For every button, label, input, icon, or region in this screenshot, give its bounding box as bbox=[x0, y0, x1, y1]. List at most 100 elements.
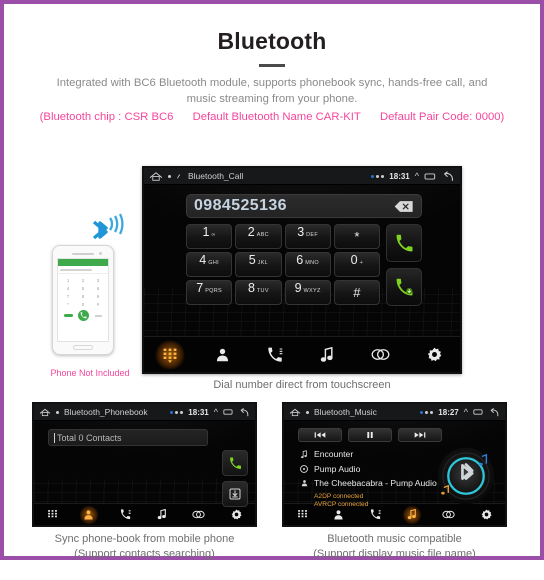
sd-card-icon bbox=[56, 410, 59, 414]
chevron-up-icon[interactable]: ^ bbox=[415, 171, 419, 181]
key-0[interactable]: 0 + bbox=[333, 252, 380, 277]
nav-settings[interactable] bbox=[427, 347, 442, 362]
status-bar: Bluetooth_Call 18:31 ^ bbox=[144, 168, 460, 185]
phonebook-panel: Bluetooth_Phonebook 18:31 ^ Total 0 Cont… bbox=[32, 402, 257, 560]
phone-key[interactable]: * bbox=[61, 301, 75, 308]
nav-contacts[interactable] bbox=[215, 347, 230, 362]
dial-keypad[interactable]: 1 ∞ 2 ABC 3 DEF * 4 GHI 5 JKL 6 MNO 0 + … bbox=[186, 224, 380, 305]
window-icon[interactable] bbox=[473, 408, 484, 416]
person-icon bbox=[301, 480, 307, 487]
next-track-button[interactable] bbox=[398, 428, 442, 442]
answer-call-button[interactable] bbox=[386, 268, 422, 306]
phone-speaker bbox=[72, 252, 102, 255]
home-icon[interactable] bbox=[149, 171, 163, 182]
key-8[interactable]: 8 TUV bbox=[235, 280, 282, 305]
key-7[interactable]: 7 PQRS bbox=[186, 280, 233, 305]
backspace-icon[interactable] bbox=[394, 200, 414, 213]
track-title: Encounter bbox=[314, 449, 354, 459]
nav-music[interactable] bbox=[407, 509, 417, 520]
nav-link[interactable] bbox=[442, 510, 456, 519]
nav-call-history[interactable] bbox=[120, 509, 131, 520]
key-hash[interactable]: # bbox=[333, 280, 380, 305]
previous-track-button[interactable] bbox=[298, 428, 342, 442]
signal-status-dot bbox=[381, 174, 385, 178]
nav-music[interactable] bbox=[157, 509, 167, 520]
call-history-icon bbox=[371, 509, 381, 520]
nav-contacts[interactable] bbox=[333, 509, 344, 520]
nav-keypad[interactable] bbox=[47, 509, 58, 520]
spec-line: (Bluetooth chip : CSR BC6 Default Blueto… bbox=[4, 111, 540, 123]
status-bar-title: Bluetooth_Music bbox=[314, 407, 377, 417]
contacts-count-label: Total 0 Contacts bbox=[57, 432, 122, 443]
phone-add-button[interactable] bbox=[63, 314, 73, 317]
phonebook-caption: Sync phone-book from mobile phone (Suppo… bbox=[32, 532, 257, 562]
nav-keypad[interactable] bbox=[162, 347, 178, 363]
key-sublabel: ∞ bbox=[211, 232, 216, 238]
phone-key[interactable]: 8 bbox=[76, 293, 90, 300]
phone-call-button[interactable] bbox=[78, 310, 90, 321]
chevron-up-icon[interactable]: ^ bbox=[214, 407, 218, 417]
key-1[interactable]: 1 ∞ bbox=[186, 224, 233, 249]
phone-key[interactable]: 1 bbox=[61, 277, 75, 284]
artist-row: The Cheebacabra - Pump Audio bbox=[300, 478, 437, 488]
back-icon[interactable] bbox=[489, 407, 500, 417]
bluetooth-call-screen: Bluetooth_Call 18:31 ^ 0984525136 1 ∞ 2 … bbox=[142, 166, 462, 374]
dialed-number-field[interactable]: 0984525136 bbox=[186, 194, 422, 218]
key-digit: # bbox=[353, 285, 361, 300]
pause-button[interactable] bbox=[348, 428, 392, 442]
phone-key[interactable]: 7 bbox=[61, 293, 75, 300]
phone-key[interactable]: 5 bbox=[76, 285, 90, 292]
back-icon[interactable] bbox=[442, 170, 455, 182]
key-9[interactable]: 9 WXYZ bbox=[284, 280, 331, 305]
home-icon[interactable] bbox=[289, 408, 301, 417]
nav-call-history[interactable] bbox=[267, 347, 283, 363]
back-icon[interactable] bbox=[239, 407, 250, 417]
music-caption-line1: Bluetooth music compatible bbox=[327, 533, 462, 545]
key-6[interactable]: 6 MNO bbox=[284, 252, 331, 277]
phone-menu-button[interactable] bbox=[95, 314, 103, 317]
nav-link[interactable] bbox=[371, 348, 390, 361]
nav-link[interactable] bbox=[192, 510, 206, 519]
key-digit: 8 bbox=[247, 281, 255, 295]
window-icon[interactable] bbox=[223, 408, 234, 416]
home-icon[interactable] bbox=[39, 408, 51, 417]
phone-key[interactable]: # bbox=[91, 301, 105, 308]
note-icon bbox=[300, 449, 308, 459]
phone-key[interactable]: 0 bbox=[76, 301, 90, 308]
phone-home-button[interactable] bbox=[73, 345, 93, 350]
title-divider bbox=[259, 64, 285, 67]
key-sublabel: PQRS bbox=[205, 288, 222, 294]
nav-keypad[interactable] bbox=[297, 509, 308, 520]
chevron-up-icon[interactable]: ^ bbox=[464, 407, 468, 417]
contact-icon bbox=[334, 510, 344, 520]
key-2[interactable]: 2 ABC bbox=[235, 224, 282, 249]
key-star[interactable]: * bbox=[333, 224, 380, 249]
nav-music[interactable] bbox=[320, 346, 334, 363]
call-history-icon bbox=[121, 509, 131, 520]
window-icon[interactable] bbox=[424, 172, 437, 181]
call-button[interactable] bbox=[222, 450, 248, 476]
key-4[interactable]: 4 GHI bbox=[186, 252, 233, 277]
download-contacts-button[interactable] bbox=[222, 481, 248, 507]
key-3[interactable]: 3 DEF bbox=[284, 224, 331, 249]
album-icon bbox=[300, 464, 308, 473]
nav-contacts[interactable] bbox=[83, 509, 94, 520]
phone-key[interactable]: 2 bbox=[76, 277, 90, 284]
phone-keypad[interactable]: 1 2 3 4 5 6 7 8 9 * 0 # bbox=[58, 274, 108, 308]
call-button[interactable] bbox=[386, 224, 422, 262]
key-sublabel: WXYZ bbox=[303, 288, 321, 294]
nav-call-history[interactable] bbox=[370, 509, 381, 520]
phone-key[interactable]: 6 bbox=[91, 285, 105, 292]
nav-settings[interactable] bbox=[481, 509, 492, 520]
key-digit: 1 bbox=[202, 225, 210, 239]
sd-card-icon bbox=[168, 174, 171, 178]
track-info: Encounter Pump Audio The Cheebacabra - P… bbox=[300, 449, 437, 510]
product-feature-page: Bluetooth Integrated with BC6 Bluetooth … bbox=[4, 28, 540, 580]
phone-key[interactable]: 9 bbox=[91, 293, 105, 300]
phone-number-input[interactable] bbox=[58, 266, 108, 274]
key-5[interactable]: 5 JKL bbox=[235, 252, 282, 277]
phone-key[interactable]: 3 bbox=[91, 277, 105, 284]
phone-key[interactable]: 4 bbox=[61, 285, 75, 292]
contact-search-field[interactable]: Total 0 Contacts bbox=[48, 429, 208, 446]
wifi-status-dot bbox=[175, 410, 179, 414]
